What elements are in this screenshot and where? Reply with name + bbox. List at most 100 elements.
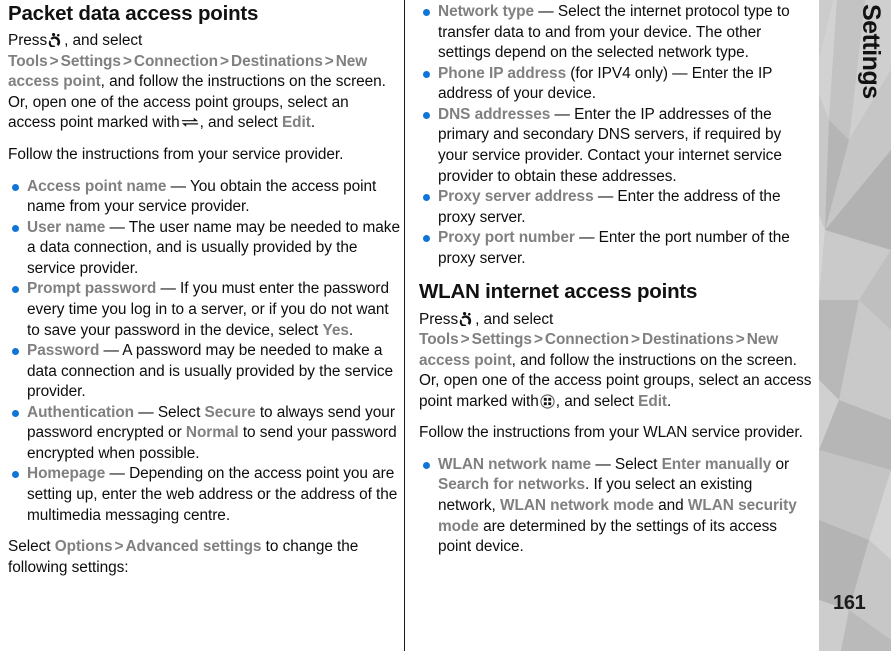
page-title-packet-data: Packet data access points xyxy=(8,2,259,25)
intro-tail-2: , and select xyxy=(555,392,634,410)
wlan-access-point-icon xyxy=(540,394,555,409)
chapter-label: Settings xyxy=(857,4,885,99)
bullet-dot-icon xyxy=(12,348,19,356)
intro-tail-2: , and select xyxy=(199,114,278,132)
path-destinations: Destinations xyxy=(642,331,734,349)
page-title-wlan: WLAN internet access points xyxy=(419,280,698,304)
list-item: Access point name — You obtain the acces… xyxy=(8,177,400,218)
keyword-options: Options xyxy=(54,538,113,556)
term-password: Password xyxy=(27,342,100,360)
menu-key-icon xyxy=(48,32,63,49)
bullet-dot-icon xyxy=(423,235,430,243)
term-user-name: User name xyxy=(27,218,106,236)
right-column: Network type — Select the internet proto… xyxy=(419,0,814,651)
packet-settings-list: Access point name — You obtain the acces… xyxy=(8,177,400,527)
keyword-yes: Yes xyxy=(322,321,349,339)
keyword-enter-manually: Enter manually xyxy=(661,455,772,473)
list-item: Authentication — Select Secure to always… xyxy=(8,403,400,465)
path-sep-2: > xyxy=(122,52,132,70)
list-item: WLAN network name — Select Enter manuall… xyxy=(419,455,814,558)
wlan-intro-paragraph: Press, and select Tools > Settings > Connect… xyxy=(419,310,814,413)
desc-wlan-mid-1: or xyxy=(771,455,790,473)
path-sep-3: > xyxy=(631,331,640,349)
intro-after-icon: , and select xyxy=(64,32,143,50)
list-item: Phone IP address (for IPV4 only) — Enter… xyxy=(419,64,814,105)
path-sep-1: > xyxy=(49,52,59,70)
list-item: Proxy server address — Enter the address… xyxy=(419,187,814,228)
list-item: Proxy port number — Enter the port numbe… xyxy=(419,228,814,269)
packet-intro-paragraph: Press, and select Tools > Settings > Connect… xyxy=(8,31,400,134)
path-settings: Settings xyxy=(60,52,121,70)
keyword-search-for-networks: Search for networks xyxy=(438,476,586,494)
list-item: Homepage — Depending on the access point… xyxy=(8,464,400,526)
bullet-dot-icon xyxy=(423,461,430,469)
intro-tail-3: . xyxy=(310,114,316,132)
press-label: Press xyxy=(8,32,48,50)
path-connection: Connection xyxy=(133,52,219,70)
keyword-secure: Secure xyxy=(204,403,256,421)
term-prompt-password: Prompt password xyxy=(27,280,157,298)
intro-after-icon: , and select xyxy=(475,310,554,328)
keyword-normal: Normal xyxy=(185,424,239,442)
term-dns-addresses: DNS addresses xyxy=(438,105,551,123)
page-number: 161 xyxy=(833,592,866,614)
intro-tail-3: . xyxy=(667,392,672,410)
term-homepage: Homepage xyxy=(27,465,106,483)
bullet-dot-icon xyxy=(12,183,19,191)
path-sep-3: > xyxy=(220,52,229,70)
wlan-settings-list: WLAN network name — Select Enter manuall… xyxy=(419,455,814,558)
term-authentication: Authentication xyxy=(27,403,135,421)
bullet-dot-icon xyxy=(12,471,19,479)
term-network-type: Network type xyxy=(438,3,535,20)
edit-keyword: Edit xyxy=(638,392,667,410)
bullet-dot-icon xyxy=(423,111,430,119)
path-sep-2: > xyxy=(533,331,543,349)
list-item: DNS addresses — Enter the IP addresses o… xyxy=(419,105,814,187)
bullet-dot-icon xyxy=(12,286,19,294)
menu-key-icon xyxy=(459,311,474,327)
term-access-point-name: Access point name xyxy=(27,177,167,195)
advanced-settings-paragraph: Select Options > Advanced settings to chan… xyxy=(8,537,400,578)
term-phone-ip-address: Phone IP address xyxy=(438,64,567,82)
list-item: Prompt password — If you must enter the … xyxy=(8,279,400,341)
path-settings: Settings xyxy=(471,331,532,349)
path-tools: Tools xyxy=(419,331,459,349)
term-proxy-server-address: Proxy server address xyxy=(438,188,594,206)
chapter-sidebar: Settings 161 xyxy=(819,0,891,651)
term-proxy-port-number: Proxy port number xyxy=(438,229,575,247)
wlan-follow-instructions-line: Follow the instructions from your WLAN s… xyxy=(419,424,803,442)
closing-prefix: Select xyxy=(8,538,55,556)
term-phone-ip-suffix: (for IPV4 only) xyxy=(566,64,668,82)
path-tools: Tools xyxy=(8,52,48,70)
follow-instructions-line: Follow the instructions from your servic… xyxy=(8,146,344,163)
manual-page: Packet data access points Press , and sel… xyxy=(0,0,891,651)
term-wlan-network-name: WLAN network name xyxy=(438,455,592,473)
left-column: Packet data access points Press , and sel… xyxy=(8,0,400,651)
path-sep-1: > xyxy=(460,331,470,349)
packet-data-arrows-icon xyxy=(181,114,199,127)
desc-authentication-before: — Select xyxy=(138,403,205,421)
desc-wlan-mid-3: and xyxy=(653,497,688,514)
bullet-dot-icon xyxy=(423,194,430,202)
path-sep-4: > xyxy=(735,331,745,349)
keyword-wlan-network-mode: WLAN network mode xyxy=(500,497,654,514)
bullet-dot-icon xyxy=(12,224,19,232)
desc-wlan-after: are determined by the settings of its ac… xyxy=(438,517,777,556)
list-item: Network type — Select the internet proto… xyxy=(419,2,814,64)
bullet-dot-icon xyxy=(12,409,19,417)
column-divider xyxy=(404,0,405,651)
desc-wlan-before: — Select xyxy=(595,455,662,473)
edit-keyword: Edit xyxy=(281,114,311,132)
desc-prompt-password-after: . xyxy=(348,321,354,339)
list-item: Password — A password may be needed to m… xyxy=(8,341,400,403)
bullet-dot-icon xyxy=(423,70,430,78)
path-destinations: Destinations xyxy=(231,52,323,70)
bullet-dot-icon xyxy=(423,9,430,16)
advanced-settings-list: Network type — Select the internet proto… xyxy=(419,2,814,269)
press-label: Press xyxy=(419,310,459,328)
keyword-advanced-settings: Advanced settings xyxy=(125,538,262,556)
closing-separator: > xyxy=(114,538,124,556)
path-connection: Connection xyxy=(544,331,630,349)
path-sep-4: > xyxy=(324,52,334,70)
list-item: User name — The user name may be needed … xyxy=(8,218,400,280)
